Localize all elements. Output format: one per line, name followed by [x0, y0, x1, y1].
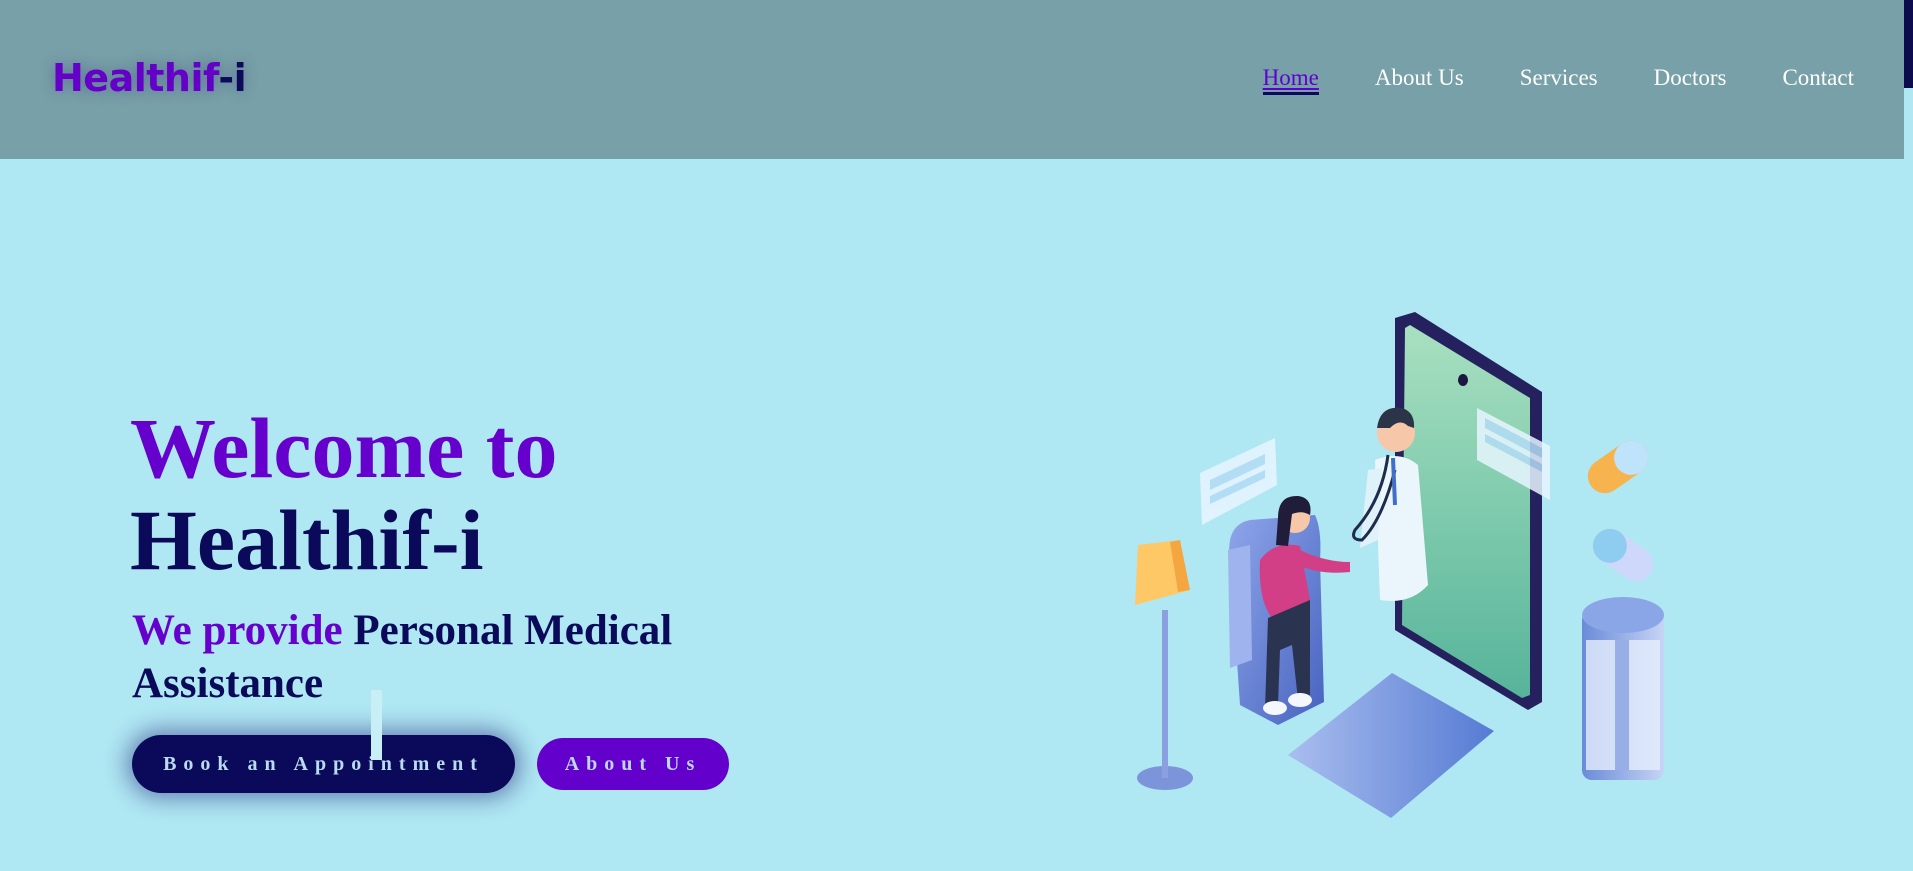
site-header: Healthif-i Home About Us Services Doctor… [0, 0, 1904, 159]
about-us-button[interactable]: About Us [537, 738, 729, 790]
logo-text-suffix: -i [218, 56, 247, 100]
tagline-highlight: We provide [132, 607, 343, 654]
pill-capsule-icon [1592, 528, 1654, 582]
medicine-jar-icon [1582, 597, 1664, 780]
floating-card-icon [1200, 438, 1277, 525]
hero-title: Welcome to Healthif-i [130, 402, 557, 586]
scrollbar-thumb[interactable] [1904, 0, 1913, 88]
nav-link-about-us[interactable]: About Us [1375, 64, 1464, 95]
nav-link-home[interactable]: Home [1262, 64, 1319, 95]
site-logo[interactable]: Healthif-i [52, 56, 247, 100]
book-appointment-button[interactable]: Book an Appointment [132, 735, 515, 793]
hero-tagline: We provide Personal Medical Assistance [132, 604, 772, 710]
page: Healthif-i Home About Us Services Doctor… [0, 0, 1913, 871]
pill-capsule-icon [1587, 440, 1649, 494]
nav-link-doctors[interactable]: Doctors [1654, 64, 1727, 95]
text-cursor-artifact [371, 690, 382, 760]
hero-title-line2: Healthif-i [130, 492, 484, 588]
nav-link-contact[interactable]: Contact [1782, 64, 1854, 95]
nav-link-services[interactable]: Services [1520, 64, 1598, 95]
main-nav: Home About Us Services Doctors Contact [1207, 64, 1854, 95]
floor-lamp-icon [1135, 540, 1193, 790]
logo-text-primary: Healthif [52, 56, 219, 100]
hero-title-line1: Welcome to [130, 400, 558, 496]
doctor-patient-illustration [1135, 312, 1664, 818]
